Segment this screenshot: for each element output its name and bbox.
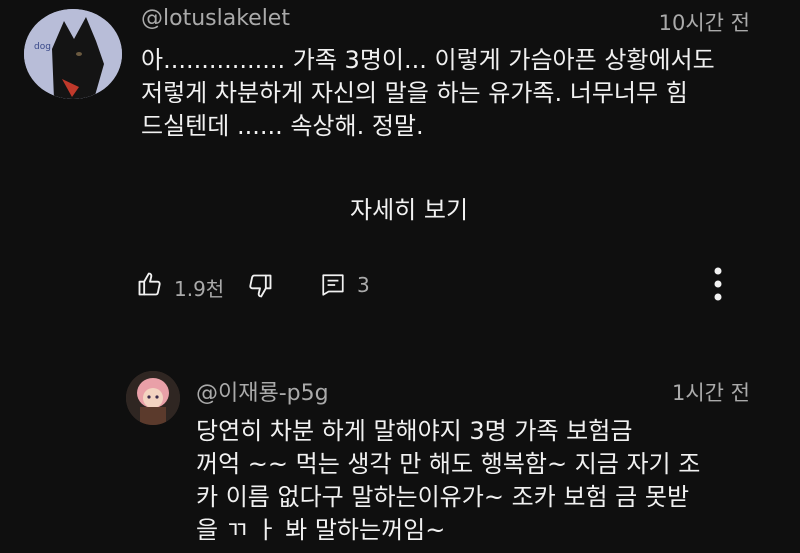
comment-line: 아................ 가족 3명이... 이렇게 가슴아픈 상황에… [141, 46, 715, 74]
svg-text:dog: dog [34, 42, 51, 52]
comment-body: 아................ 가족 3명이... 이렇게 가슴아픈 상황에… [141, 44, 715, 143]
thumbs-down-icon[interactable] [246, 272, 274, 300]
more-vert-icon[interactable] [710, 265, 726, 303]
reply-avatar[interactable] [126, 371, 180, 425]
comment-timestamp[interactable]: 10시간 전 [659, 7, 750, 37]
reply-line: 을 ㄲ ㅏ 봐 말하는꺼임~ [196, 516, 446, 544]
comment-avatar[interactable]: dog [24, 9, 122, 99]
show-more-button[interactable]: 자세히 보기 [350, 190, 468, 225]
like-count: 1.9천 [174, 277, 225, 301]
reply-count: 3 [357, 273, 370, 297]
reply-body: 당연히 차분 하게 말해야지 3명 가족 보험금 꺼억 ~~ 먹는 생각 만 해… [196, 415, 700, 547]
comment-icon[interactable] [320, 272, 346, 298]
reply-author[interactable]: @이재룡-p5g [196, 375, 329, 407]
comment-line: 저렇게 차분하게 자신의 말을 하는 유가족. 너무너무 힘 [141, 79, 688, 107]
comment-author[interactable]: @lotuslakelet [141, 6, 290, 31]
thumbs-up-icon[interactable] [136, 270, 164, 298]
reply-line: 카 이름 없다구 말하는이유가~ 조카 보험 금 못받 [196, 483, 690, 511]
reply-line: 꺼억 ~~ 먹는 생각 만 해도 행복함~ 지금 자기 조 [196, 450, 701, 478]
comment-line: 드실텐데 ...... 속상해. 정말. [141, 112, 424, 140]
reply-timestamp[interactable]: 1시간 전 [672, 377, 750, 407]
reply-line: 당연히 차분 하게 말해야지 3명 가족 보험금 [196, 417, 633, 445]
